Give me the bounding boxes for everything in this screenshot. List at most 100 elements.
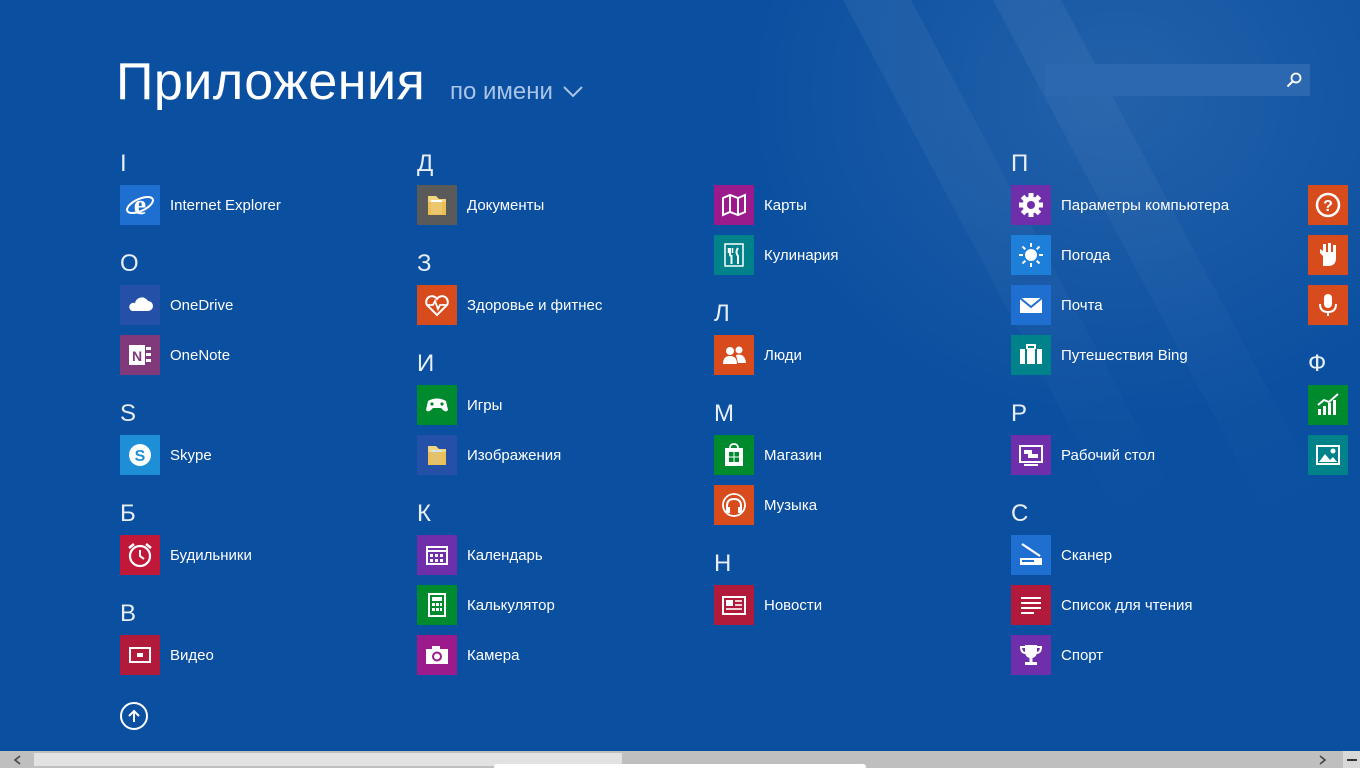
section-letter-r[interactable]: Р xyxy=(1011,400,1027,428)
app-pictures[interactable]: Изображения xyxy=(417,435,561,475)
section-letter-m[interactable]: М xyxy=(714,400,734,428)
heart-pulse-icon xyxy=(417,285,457,325)
svg-text:S: S xyxy=(135,448,146,465)
reading-list-icon xyxy=(1011,585,1051,625)
headphones-icon xyxy=(714,485,754,525)
app-help[interactable]: ? xyxy=(1308,185,1348,225)
photo-icon xyxy=(1308,435,1348,475)
app-label: OneDrive xyxy=(170,296,234,314)
section-letter-f[interactable]: Ф xyxy=(1308,350,1326,378)
app-label: Skype xyxy=(170,446,212,464)
chevron-down-icon xyxy=(563,86,583,98)
scroll-up-button[interactable] xyxy=(120,702,148,730)
section-letter-s[interactable]: S xyxy=(120,400,136,428)
microphone-icon xyxy=(1308,285,1348,325)
app-label: Документы xyxy=(467,196,545,214)
map-icon xyxy=(714,185,754,225)
page-title: Приложения xyxy=(116,53,426,111)
section-letter-n[interactable]: Н xyxy=(714,550,731,578)
app-finance[interactable] xyxy=(1308,385,1348,425)
app-label: Погода xyxy=(1061,246,1111,264)
suitcase-icon xyxy=(1011,335,1051,375)
scroll-left-icon[interactable] xyxy=(8,751,26,768)
people-icon xyxy=(714,335,754,375)
section-letter-l[interactable]: Л xyxy=(714,300,730,328)
app-food[interactable]: Кулинария xyxy=(714,235,839,275)
app-label: OneNote xyxy=(170,346,231,364)
app-label: Здоровье и фитнес xyxy=(467,296,603,314)
app-sport[interactable]: Спорт xyxy=(1011,635,1103,675)
section-letter-b[interactable]: Б xyxy=(120,500,136,528)
gear-icon xyxy=(1011,185,1051,225)
section-letter-i-cyr[interactable]: И xyxy=(417,350,434,378)
section-letter-i[interactable]: I xyxy=(120,150,127,178)
app-hand[interactable] xyxy=(1308,235,1348,275)
app-camera[interactable]: Камера xyxy=(417,635,519,675)
sun-icon xyxy=(1011,235,1051,275)
app-photos[interactable] xyxy=(1308,435,1348,475)
scroll-right-icon[interactable] xyxy=(1314,751,1332,768)
section-letter-z[interactable]: З xyxy=(417,250,432,278)
search-icon[interactable] xyxy=(1278,64,1310,96)
app-label: Магазин xyxy=(764,446,822,464)
app-health[interactable]: Здоровье и фитнес xyxy=(417,285,602,325)
section-letter-d[interactable]: Д xyxy=(417,150,433,178)
app-alarms[interactable]: Будильники xyxy=(120,535,252,575)
taskbar-handle xyxy=(494,764,866,768)
sort-dropdown[interactable]: по имени xyxy=(450,78,583,106)
section-letter-s-cyr[interactable]: С xyxy=(1011,500,1028,528)
store-bag-icon xyxy=(714,435,754,475)
app-travel[interactable]: Путешествия Bing xyxy=(1011,335,1188,375)
zoom-out-icon[interactable] xyxy=(1343,751,1360,768)
section-letter-k[interactable]: К xyxy=(417,500,431,528)
app-maps[interactable]: Карты xyxy=(714,185,807,225)
app-news[interactable]: Новости xyxy=(714,585,822,625)
app-calculator[interactable]: Калькулятор xyxy=(417,585,555,625)
app-label: Музыка xyxy=(764,496,818,514)
app-label: Параметры компьютера xyxy=(1061,196,1230,214)
search-box[interactable] xyxy=(1045,64,1310,96)
fork-knife-icon xyxy=(714,235,754,275)
arrow-up-icon xyxy=(128,709,140,722)
app-label: Люди xyxy=(764,346,802,364)
app-skype[interactable]: S Skype xyxy=(120,435,212,475)
folder-icon xyxy=(417,435,457,475)
app-label: Путешествия Bing xyxy=(1061,346,1188,364)
app-label: Карты xyxy=(764,196,807,214)
app-scanner[interactable]: Сканер xyxy=(1011,535,1112,575)
app-label: Новости xyxy=(764,596,823,614)
app-reading-list[interactable]: Список для чтения xyxy=(1011,585,1193,625)
trophy-icon xyxy=(1011,635,1051,675)
app-pc-settings[interactable]: Параметры компьютера xyxy=(1011,185,1229,225)
calendar-icon xyxy=(417,535,457,575)
search-input[interactable] xyxy=(1045,64,1278,96)
app-store[interactable]: Магазин xyxy=(714,435,822,475)
app-label: Калькулятор xyxy=(467,596,555,614)
svg-text:e: e xyxy=(134,190,146,220)
chart-icon xyxy=(1308,385,1348,425)
app-voice[interactable] xyxy=(1308,285,1348,325)
app-mail[interactable]: Почта xyxy=(1011,285,1103,325)
app-games[interactable]: Игры xyxy=(417,385,502,425)
app-desktop[interactable]: Рабочий стол xyxy=(1011,435,1155,475)
app-weather[interactable]: Погода xyxy=(1011,235,1110,275)
app-onenote[interactable]: N OneNote xyxy=(120,335,230,375)
app-label: Календарь xyxy=(467,546,543,564)
app-people[interactable]: Люди xyxy=(714,335,802,375)
section-letter-o[interactable]: O xyxy=(120,250,139,278)
folder-icon xyxy=(417,185,457,225)
app-documents[interactable]: Документы xyxy=(417,185,544,225)
app-video[interactable]: Видео xyxy=(120,635,214,675)
app-calendar[interactable]: Календарь xyxy=(417,535,543,575)
desktop-icon xyxy=(1011,435,1051,475)
app-internet-explorer[interactable]: e Internet Explorer xyxy=(120,185,281,225)
app-onedrive[interactable]: OneDrive xyxy=(120,285,233,325)
svg-text:N: N xyxy=(132,348,142,364)
section-letter-p[interactable]: П xyxy=(1011,150,1028,178)
app-label: Internet Explorer xyxy=(170,196,281,214)
help-icon: ? xyxy=(1308,185,1348,225)
app-label: Камера xyxy=(467,646,520,664)
app-label: Игры xyxy=(467,396,503,414)
app-music[interactable]: Музыка xyxy=(714,485,817,525)
section-letter-v[interactable]: В xyxy=(120,600,136,628)
